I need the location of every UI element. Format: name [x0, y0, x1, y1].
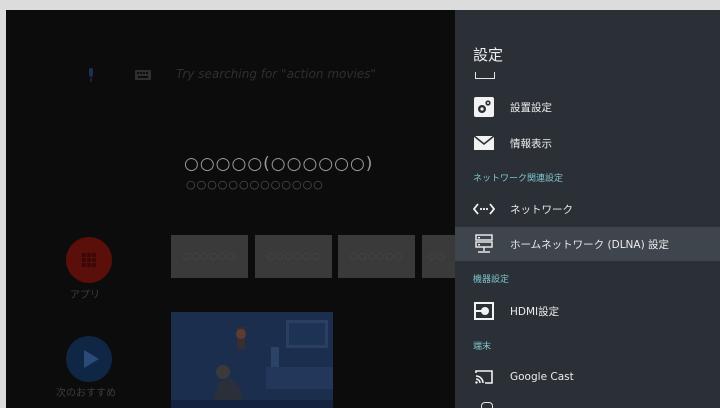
settings-item-network[interactable]: ネットワーク	[455, 192, 720, 226]
play-next-label: 次のおすすめ	[56, 388, 116, 399]
settings-item-info-display[interactable]: 情報表示	[455, 126, 720, 160]
featured-subtitle: ○○○○○○○○○○○○○	[186, 178, 324, 191]
cast-icon	[473, 366, 495, 388]
apps-grid-icon	[82, 253, 96, 267]
settings-item-label: 設置設定	[510, 101, 552, 114]
settings-item-hdmi[interactable]: HDMI設定	[455, 294, 720, 328]
settings-item-dlna[interactable]: ホームネットワーク (DLNA) 設定	[455, 227, 720, 261]
settings-item-installation[interactable]: 設置設定	[455, 90, 720, 124]
play-icon	[84, 350, 99, 368]
tv-frame: Try searching for "action movies" ○○○○○(…	[0, 0, 720, 408]
settings-item-label: 情報表示	[510, 137, 552, 150]
settings-item-label: ホームネットワーク (DLNA) 設定	[510, 238, 670, 251]
settings-item-label: ネットワーク	[510, 203, 573, 216]
settings-panel: 設定 設置設定 情報表示 ネットワーク関連設定 ネットワーク ホームネットワーク…	[455, 10, 720, 408]
partial-item-icon	[481, 402, 493, 408]
settings-item-label: HDMI設定	[510, 305, 560, 318]
mic-icon[interactable]	[86, 68, 96, 82]
section-device: 機器設定	[473, 275, 510, 285]
search-hint[interactable]: Try searching for "action movies"	[176, 67, 376, 81]
app-tile[interactable]: ○○○○○○	[255, 235, 332, 278]
network-arrows-icon	[473, 198, 495, 220]
keyboard-icon[interactable]	[135, 70, 151, 80]
hdmi-icon	[473, 300, 495, 322]
apps-label: アプリ	[70, 290, 100, 301]
illustration-image	[171, 312, 333, 408]
play-next-button[interactable]	[66, 336, 112, 382]
recommendation-thumbnail[interactable]	[171, 312, 333, 408]
partial-item-icon	[475, 72, 495, 79]
settings-item-label: Google Cast	[510, 371, 574, 383]
featured-title: ○○○○○(○○○○○○)	[184, 154, 374, 174]
settings-title: 設定	[473, 46, 504, 64]
apps-button[interactable]	[66, 237, 112, 283]
section-network: ネットワーク関連設定	[473, 174, 564, 184]
settings-item-google-cast[interactable]: Google Cast	[455, 360, 720, 394]
gear-pair-icon	[473, 96, 495, 118]
envelope-icon	[473, 132, 495, 154]
app-tile[interactable]: ○○	[422, 235, 455, 278]
home-screen: Try searching for "action movies" ○○○○○(…	[6, 10, 455, 408]
tv-screen: Try searching for "action movies" ○○○○○(…	[6, 10, 720, 408]
app-tile[interactable]: ○○○○○○	[338, 235, 415, 278]
section-terminal: 端末	[473, 342, 492, 352]
server-icon	[473, 233, 495, 255]
app-tile[interactable]: ○○○○○○	[171, 235, 248, 278]
